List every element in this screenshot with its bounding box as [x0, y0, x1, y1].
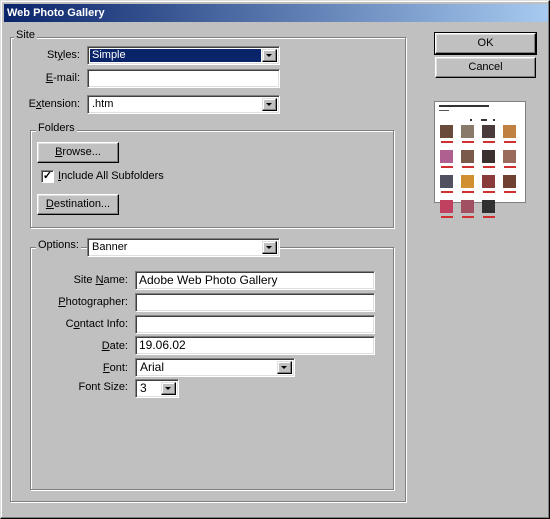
contact-info-label: Contact Info:: [65, 318, 128, 330]
preview-thumbnail: [503, 125, 516, 138]
preview-thumbnail-caption: [441, 166, 453, 168]
preview-thumbnail-caption: [462, 191, 474, 193]
preview-nav-dot: [481, 119, 487, 121]
gallery-preview-thumbnail: [434, 101, 526, 218]
font-size-label: Font Size:: [78, 381, 128, 393]
preview-thumbnail-caption: [462, 141, 474, 143]
options-select[interactable]: Banner: [87, 238, 280, 257]
styles-select-value: Simple: [90, 49, 261, 62]
extension-select[interactable]: .htm: [87, 95, 280, 114]
destination-button[interactable]: Destination...: [37, 194, 119, 215]
preview-thumbnail-caption: [483, 166, 495, 168]
preview-thumbnail: [440, 175, 453, 188]
site-name-label: Site Name:: [73, 274, 128, 286]
preview-thumbnail-caption: [483, 216, 495, 218]
preview-subtitle-line: [439, 110, 449, 111]
preview-thumbnail: [503, 150, 516, 163]
preview-thumbnail-caption: [483, 141, 495, 143]
include-subfolders-label[interactable]: Include All Subfolders: [58, 169, 164, 184]
site-group-label: Site: [14, 29, 37, 42]
folders-group-label: Folders: [36, 122, 77, 135]
options-label: Options:: [36, 239, 81, 252]
chevron-down-icon[interactable]: [262, 241, 277, 254]
preview-thumbnail-caption: [441, 141, 453, 143]
styles-label: Styles:: [46, 49, 80, 61]
preview-nav-dot: [493, 119, 495, 121]
preview-nav-dot: [470, 119, 472, 121]
photographer-field[interactable]: [135, 293, 375, 312]
email-label: E-mail:: [45, 72, 80, 84]
preview-thumbnail: [482, 125, 495, 138]
font-select-value: Arial: [140, 361, 165, 374]
preview-thumbnail: [440, 150, 453, 163]
date-label: Date:: [101, 340, 128, 352]
chevron-down-icon[interactable]: [277, 361, 292, 374]
chevron-down-icon[interactable]: [262, 49, 277, 62]
preview-thumbnail-caption: [504, 166, 516, 168]
preview-thumbnail-caption: [441, 216, 453, 218]
preview-thumbnail-caption: [462, 166, 474, 168]
ok-button[interactable]: OK: [434, 32, 537, 55]
web-photo-gallery-dialog: Web Photo Gallery OK Cancel Site Styles:…: [0, 0, 550, 519]
options-select-value: Banner: [92, 241, 128, 253]
include-subfolders-checkbox[interactable]: ✓: [41, 170, 54, 183]
font-size-select-value: 3: [140, 382, 147, 395]
site-name-field[interactable]: Adobe Web Photo Gallery: [135, 271, 375, 290]
preview-thumbnail: [482, 175, 495, 188]
preview-thumbnail: [461, 150, 474, 163]
preview-thumbnail-caption: [462, 216, 474, 218]
cancel-button[interactable]: Cancel: [435, 57, 536, 78]
preview-thumbnail: [461, 175, 474, 188]
font-select[interactable]: Arial: [135, 358, 295, 377]
font-size-select[interactable]: 3: [135, 379, 179, 398]
preview-thumbnail: [503, 175, 516, 188]
preview-thumbnail-caption: [441, 191, 453, 193]
preview-thumbnail-caption: [504, 141, 516, 143]
styles-select[interactable]: Simple: [87, 46, 280, 65]
browse-button[interactable]: Browse...: [37, 142, 119, 163]
preview-thumbnail: [461, 125, 474, 138]
date-field[interactable]: 19.06.02: [135, 336, 375, 355]
preview-thumbnail-caption: [483, 191, 495, 193]
extension-label: Extension:: [28, 98, 80, 110]
font-label: Font:: [102, 362, 128, 374]
preview-thumbnail: [440, 125, 453, 138]
preview-thumbnail: [482, 200, 495, 213]
preview-thumbnail: [440, 200, 453, 213]
extension-select-value: .htm: [92, 98, 114, 110]
photographer-label: Photographer:: [58, 296, 128, 308]
title-bar: Web Photo Gallery: [4, 4, 548, 22]
preview-thumbnail-caption: [504, 191, 516, 193]
chevron-down-icon[interactable]: [262, 98, 277, 111]
chevron-down-icon[interactable]: [161, 382, 176, 395]
preview-thumbnail: [482, 150, 495, 163]
preview-title-line: [439, 105, 489, 107]
preview-thumbnail: [461, 200, 474, 213]
email-field[interactable]: [87, 69, 280, 88]
contact-info-field[interactable]: [135, 315, 375, 334]
